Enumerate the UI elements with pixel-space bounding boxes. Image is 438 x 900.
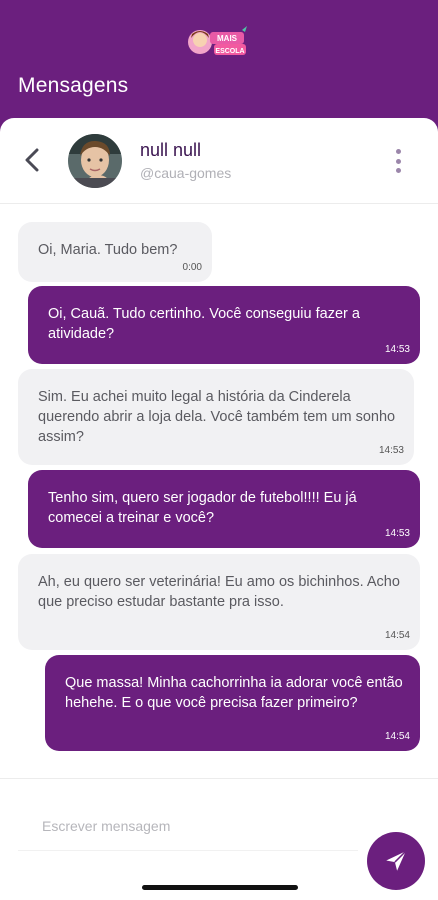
- message-time: 14:54: [384, 731, 410, 742]
- composer-divider: [0, 778, 438, 779]
- chevron-left-icon: [25, 148, 39, 172]
- message-time: 14:53: [384, 344, 410, 355]
- app-header: MAIS ESCOLA Mensagens: [0, 0, 438, 118]
- message-time: 0:00: [182, 262, 202, 273]
- message-bubble: Que massa! Minha cachorrinha ia adorar v…: [45, 655, 420, 751]
- logo-icon: MAIS ESCOLA: [188, 26, 247, 55]
- message-text: Ah, eu quero ser veterinária! Eu amo os …: [38, 574, 400, 610]
- message-bubble: Ah, eu quero ser veterinária! Eu amo os …: [18, 554, 420, 650]
- avatar[interactable]: [68, 134, 122, 188]
- message-text: Tenho sim, quero ser jogador de futebol!…: [48, 490, 357, 526]
- message-bubble: Oi, Maria. Tudo bem? 0:00: [18, 222, 212, 282]
- message-list: Oi, Maria. Tudo bem? 0:00 Oi, Cauã. Tudo…: [0, 204, 438, 779]
- send-icon: [386, 850, 407, 871]
- message-text: Que massa! Minha cachorrinha ia adorar v…: [65, 675, 403, 711]
- back-button[interactable]: [18, 146, 46, 174]
- message-bubble: Oi, Cauã. Tudo certinho. Você conseguiu …: [28, 286, 420, 364]
- avatar-image: [68, 134, 122, 188]
- composer-underline: [18, 850, 358, 851]
- message-input[interactable]: [18, 806, 348, 846]
- message-time: 14:54: [384, 630, 410, 641]
- message-text: Oi, Cauã. Tudo certinho. Você conseguiu …: [48, 306, 360, 342]
- contact-name: null null: [140, 140, 202, 160]
- message-time: 14:53: [378, 445, 404, 456]
- message-bubble: Tenho sim, quero ser jogador de futebol!…: [28, 470, 420, 548]
- message-bubble: Sim. Eu achei muito legal a história da …: [18, 369, 414, 465]
- home-indicator: [142, 885, 298, 890]
- page-title: Mensagens: [18, 74, 129, 97]
- svg-text:ESCOLA: ESCOLA: [215, 48, 244, 55]
- message-text: Oi, Maria. Tudo bem?: [38, 242, 178, 258]
- send-button[interactable]: [367, 832, 425, 890]
- svg-text:MAIS: MAIS: [217, 34, 238, 43]
- chat-header: null null @caua-gomes: [0, 118, 438, 204]
- contact-handle: @caua-gomes: [140, 165, 232, 181]
- more-options-icon[interactable]: [388, 146, 408, 176]
- message-text: Sim. Eu achei muito legal a história da …: [38, 389, 396, 445]
- message-time: 14:53: [384, 528, 410, 539]
- chat-panel: null null @caua-gomes Oi, Maria. Tudo be…: [0, 118, 438, 900]
